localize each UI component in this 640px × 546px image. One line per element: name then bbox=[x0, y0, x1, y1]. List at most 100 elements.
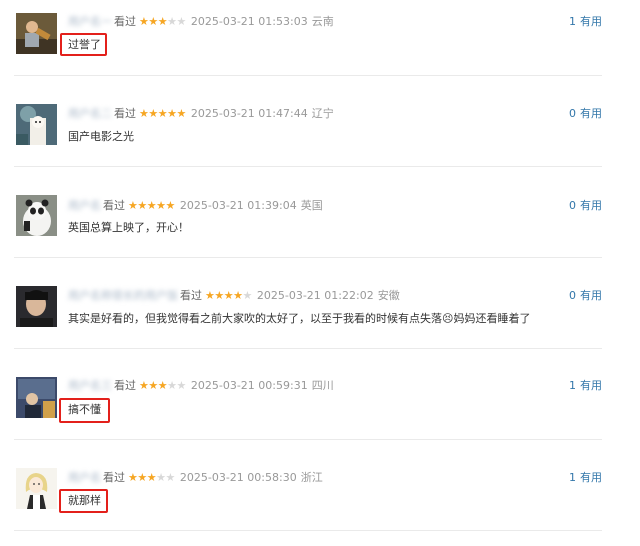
rating-stars: ★★★★★ bbox=[205, 288, 252, 304]
divider bbox=[14, 75, 602, 76]
review-location: 辽宁 bbox=[311, 107, 334, 120]
star-empty-icon: ★ bbox=[242, 289, 253, 302]
avatar[interactable] bbox=[16, 468, 57, 509]
review-item: 用户名一 看过 ★★★★★ 2025-03-21 01:53:03 云南 1 有用 过誉了 bbox=[0, 0, 640, 91]
vote-button[interactable]: 1 有用 bbox=[569, 378, 602, 394]
highlight-box bbox=[59, 398, 110, 423]
highlight-box bbox=[59, 489, 108, 513]
vote-label[interactable]: 有用 bbox=[580, 289, 602, 302]
vote-label[interactable]: 有用 bbox=[580, 15, 602, 28]
review-time: 2025-03-21 00:58:30 bbox=[179, 471, 297, 484]
review-time: 2025-03-21 01:22:02 bbox=[256, 289, 374, 302]
review-item: 用户名称很长的用户饭 看过 ★★★★★ 2025-03-21 01:22:02 安徽 0… bbox=[0, 273, 640, 364]
rating-stars: ★★★★★ bbox=[139, 14, 186, 30]
vote-count: 1 bbox=[569, 471, 576, 484]
vote-count: 1 bbox=[569, 379, 576, 392]
rating-stars: ★★★★★ bbox=[128, 198, 175, 214]
star-filled-icon: ★ bbox=[137, 471, 147, 484]
watched-status: 看过 bbox=[114, 379, 136, 392]
star-empty-icon: ★ bbox=[165, 471, 176, 484]
vote-button[interactable]: 0 有用 bbox=[569, 198, 602, 214]
avatar[interactable] bbox=[16, 13, 57, 54]
watched-status: 看过 bbox=[114, 107, 136, 120]
vote-count: 0 bbox=[569, 289, 576, 302]
star-empty-icon: ★ bbox=[167, 15, 177, 28]
star-filled-icon: ★ bbox=[157, 379, 168, 392]
vote-button[interactable]: 0 有用 bbox=[569, 106, 602, 122]
review-meta: 用户名称很长的用户饭 看过 ★★★★★ 2025-03-21 01:22:02 安徽 bbox=[68, 288, 400, 304]
vote-count: 1 bbox=[569, 15, 576, 28]
avatar[interactable] bbox=[16, 195, 57, 236]
review-item: 用户名三 看过 ★★★★★ 2025-03-21 00:59:31 四川 1 有用 搞不懂 bbox=[0, 364, 640, 455]
divider bbox=[14, 257, 602, 258]
rating-stars: ★★★★★ bbox=[139, 378, 186, 394]
review-time: 2025-03-21 00:59:31 bbox=[190, 379, 308, 392]
highlight-box bbox=[60, 33, 107, 56]
review-meta: 用户名 看过 ★★★★★ 2025-03-21 00:58:30 浙江 bbox=[68, 470, 323, 486]
star-filled-icon: ★ bbox=[205, 289, 215, 302]
rating-stars: ★★★★★ bbox=[128, 470, 175, 486]
star-filled-icon: ★ bbox=[157, 15, 168, 28]
review-location: 云南 bbox=[311, 15, 334, 28]
review-location: 四川 bbox=[311, 379, 334, 392]
comment-text: 英国总算上映了，开心！ bbox=[68, 221, 189, 234]
vote-label[interactable]: 有用 bbox=[580, 379, 602, 392]
review-location: 浙江 bbox=[300, 471, 323, 484]
star-filled-icon: ★ bbox=[146, 471, 157, 484]
star-filled-icon: ★ bbox=[214, 289, 224, 302]
review-item: 用户名 看过 ★★★★★ 2025-03-21 00:58:30 浙江 1 有用 就那样 bbox=[0, 455, 640, 546]
username[interactable]: 用户名三 bbox=[68, 378, 112, 394]
username[interactable]: 用户名二 bbox=[68, 106, 112, 122]
star-filled-icon: ★ bbox=[233, 289, 243, 302]
review-location: 英国 bbox=[300, 199, 323, 212]
review-meta: 用户名一 看过 ★★★★★ 2025-03-21 01:53:03 云南 bbox=[68, 14, 334, 30]
username[interactable]: 用户名 bbox=[68, 470, 101, 486]
review-item: 用户名二 看过 ★★★★★ 2025-03-21 01:47:44 辽宁 0 有用 国产电… bbox=[0, 91, 640, 182]
avatar[interactable] bbox=[16, 377, 57, 418]
vote-button[interactable]: 0 有用 bbox=[569, 288, 602, 304]
comment-text: 国产电影之光 bbox=[68, 130, 134, 143]
star-empty-icon: ★ bbox=[167, 379, 177, 392]
star-filled-icon: ★ bbox=[128, 471, 138, 484]
divider bbox=[14, 439, 602, 440]
review-time: 2025-03-21 01:47:44 bbox=[190, 107, 308, 120]
star-empty-icon: ★ bbox=[176, 379, 187, 392]
review-meta: 用户名 看过 ★★★★★ 2025-03-21 01:39:04 英国 bbox=[68, 198, 323, 214]
divider bbox=[14, 530, 602, 531]
divider bbox=[14, 166, 602, 167]
review-meta: 用户名三 看过 ★★★★★ 2025-03-21 00:59:31 四川 bbox=[68, 378, 334, 394]
star-filled-icon: ★ bbox=[157, 107, 168, 120]
watched-status: 看过 bbox=[180, 289, 202, 302]
vote-label[interactable]: 有用 bbox=[580, 199, 602, 212]
username[interactable]: 用户名一 bbox=[68, 14, 112, 30]
watched-status: 看过 bbox=[103, 471, 125, 484]
star-filled-icon: ★ bbox=[137, 199, 147, 212]
watched-status: 看过 bbox=[103, 199, 125, 212]
watched-status: 看过 bbox=[114, 15, 136, 28]
username[interactable]: 用户名称很长的用户饭 bbox=[68, 288, 178, 304]
avatar[interactable] bbox=[16, 286, 57, 327]
star-empty-icon: ★ bbox=[176, 15, 187, 28]
review-meta: 用户名二 看过 ★★★★★ 2025-03-21 01:47:44 辽宁 bbox=[68, 106, 334, 122]
star-filled-icon: ★ bbox=[223, 289, 234, 302]
vote-label[interactable]: 有用 bbox=[580, 107, 602, 120]
vote-label[interactable]: 有用 bbox=[580, 471, 602, 484]
username[interactable]: 用户名 bbox=[68, 198, 101, 214]
review-location: 安徽 bbox=[377, 289, 400, 302]
star-empty-icon: ★ bbox=[156, 471, 166, 484]
star-filled-icon: ★ bbox=[128, 199, 138, 212]
review-time: 2025-03-21 01:39:04 bbox=[179, 199, 297, 212]
star-filled-icon: ★ bbox=[148, 15, 158, 28]
vote-button[interactable]: 1 有用 bbox=[569, 14, 602, 30]
divider bbox=[14, 348, 602, 349]
vote-button[interactable]: 1 有用 bbox=[569, 470, 602, 486]
vote-count: 0 bbox=[569, 199, 576, 212]
star-filled-icon: ★ bbox=[167, 107, 177, 120]
avatar[interactable] bbox=[16, 104, 57, 145]
star-filled-icon: ★ bbox=[139, 379, 149, 392]
review-item: 用户名 看过 ★★★★★ 2025-03-21 01:39:04 英国 0 有用 英国总算… bbox=[0, 182, 640, 273]
star-filled-icon: ★ bbox=[176, 107, 187, 120]
rating-stars: ★★★★★ bbox=[139, 106, 186, 122]
star-filled-icon: ★ bbox=[148, 107, 158, 120]
comment-text: 其实是好看的，但我觉得看之前大家吹的太好了，以至于我看的时候有点失落😣妈妈还看睡… bbox=[68, 312, 531, 325]
